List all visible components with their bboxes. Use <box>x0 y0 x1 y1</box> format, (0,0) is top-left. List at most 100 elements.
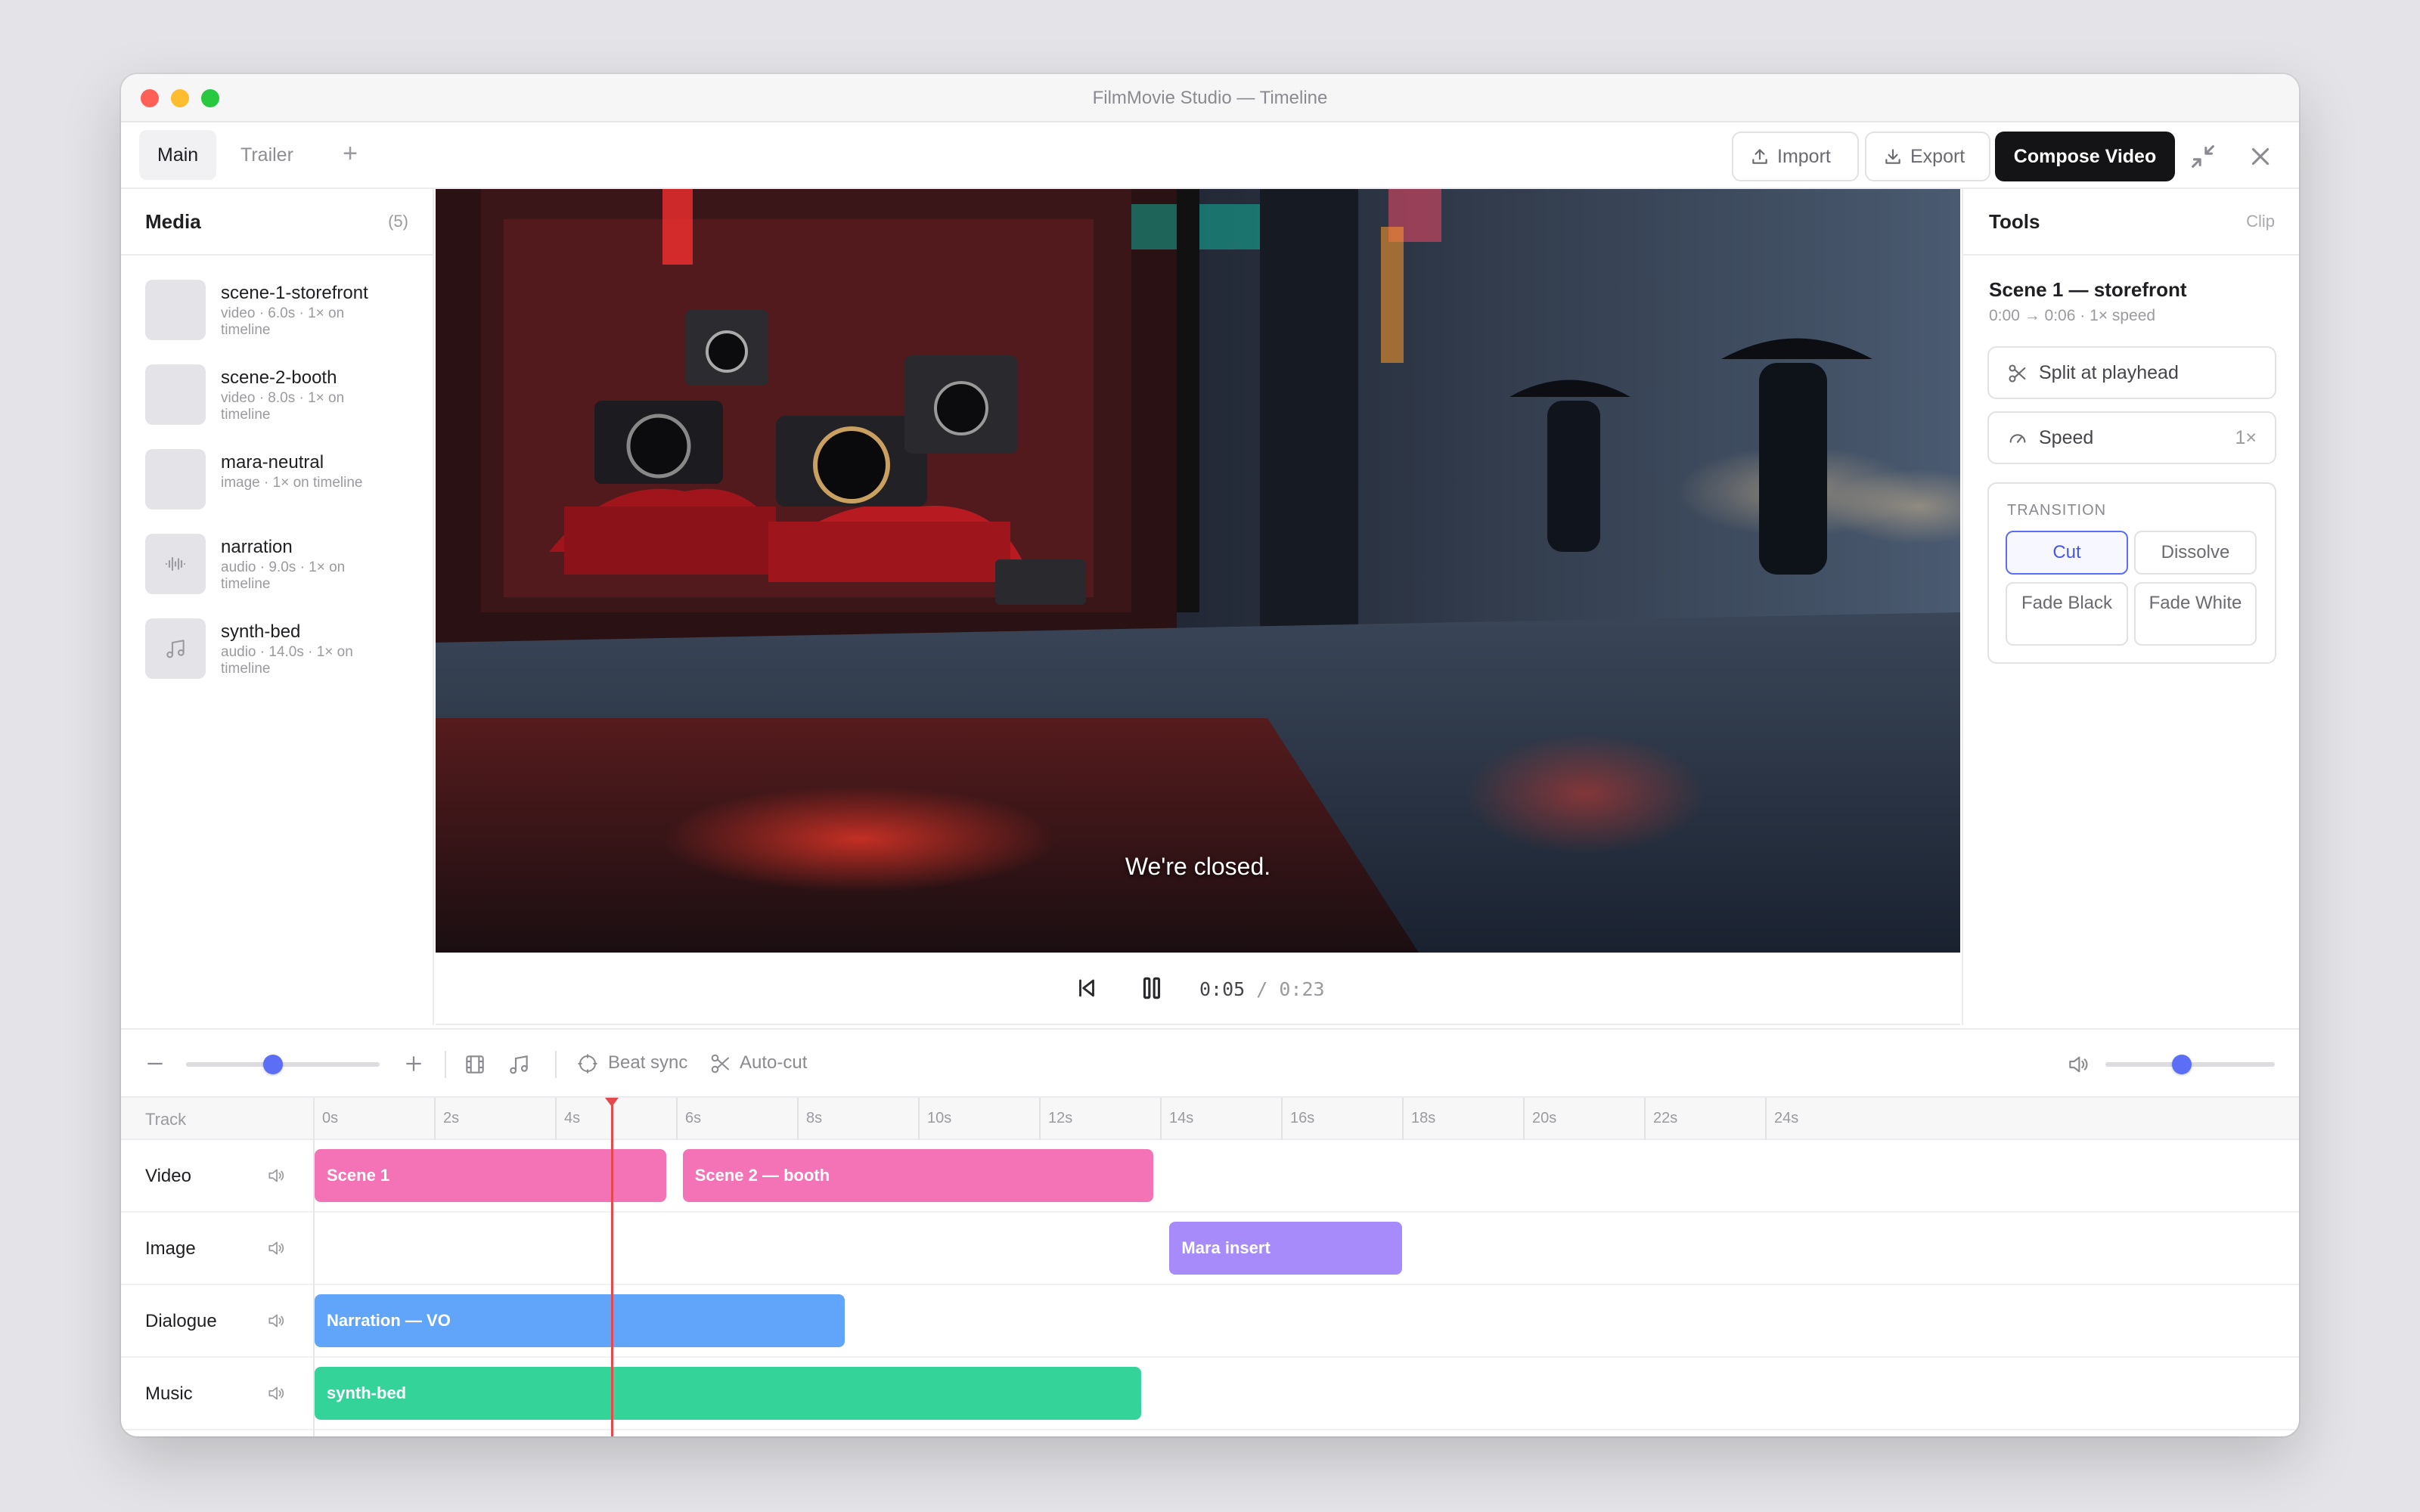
film-icon[interactable] <box>463 1052 487 1077</box>
media-thumbnail <box>145 449 206 510</box>
tab-bar: Main Trailer + Import Export Compose Vid… <box>121 122 2299 189</box>
ruler-tick: 2s <box>434 1098 459 1140</box>
music-note-icon <box>166 640 185 658</box>
tools-title: Tools <box>1989 210 2040 233</box>
timecode: 0:05 / 0:23 <box>1199 978 1325 1000</box>
zoom-in-icon[interactable] <box>402 1052 425 1075</box>
media-item[interactable]: synth-bed audio · 14.0s · 1× on timeline <box>145 618 425 691</box>
volume-icon[interactable] <box>266 1311 286 1331</box>
close-icon[interactable] <box>2243 139 2278 174</box>
speed-control[interactable]: Speed 1× <box>1987 411 2276 464</box>
media-item[interactable]: scene-2-booth video · 8.0s · 1× on timel… <box>145 364 425 437</box>
pause-icon[interactable] <box>1137 974 1166 1002</box>
media-item-meta: video · 8.0s · 1× on timeline <box>221 390 345 423</box>
export-label: Export <box>1910 146 1965 167</box>
waveform-icon <box>165 556 186 572</box>
add-tab-button[interactable]: + <box>331 135 369 174</box>
media-thumbnail <box>145 534 206 594</box>
playback-bar: 0:05 / 0:23 <box>436 953 1960 1025</box>
transition-fade-black-button[interactable]: Fade Black <box>2006 582 2128 646</box>
media-item-name: mara-neutral <box>221 452 324 472</box>
media-item[interactable]: mara-neutral image · 1× on timeline <box>145 449 425 522</box>
media-count: (5) <box>388 212 408 231</box>
toolbar-divider <box>555 1051 557 1078</box>
download-icon <box>1885 149 1900 164</box>
video-preview[interactable]: We're closed. <box>436 189 1960 953</box>
ruler-tick: 4s <box>555 1098 580 1140</box>
transition-dissolve-button[interactable]: Dissolve <box>2134 531 2257 575</box>
media-item-meta: video · 6.0s · 1× on timeline <box>221 305 345 338</box>
collapse-icon[interactable] <box>2186 139 2220 174</box>
music-note-icon[interactable] <box>507 1052 531 1077</box>
track-column-header: Track <box>145 1110 187 1129</box>
tools-panel: Tools Clip Scene 1 — storefront 0:00 → 0… <box>1962 189 2299 1025</box>
media-item-meta: audio · 9.0s · 1× on timeline <box>221 559 346 592</box>
gauge-icon <box>2009 434 2026 443</box>
media-item-meta: audio · 14.0s · 1× on timeline <box>221 644 353 677</box>
split-at-playhead-button[interactable]: Split at playhead <box>1987 346 2276 399</box>
ruler-tick: 14s <box>1160 1098 1193 1140</box>
title-bar: FilmMovie Studio — Timeline <box>121 74 2299 122</box>
window-title: FilmMovie Studio — Timeline <box>1092 88 1328 108</box>
ruler-tick: 6s <box>676 1098 701 1140</box>
media-item-name: narration <box>221 537 293 557</box>
timeline-clip[interactable]: Scene 1 <box>315 1149 666 1202</box>
track-name: Music <box>145 1383 193 1404</box>
volume-icon[interactable] <box>2066 1052 2090 1077</box>
transition-label: TRANSITION <box>2007 502 2107 519</box>
zoom-out-icon[interactable] <box>144 1052 166 1075</box>
track-name: Video <box>145 1166 191 1186</box>
export-button[interactable]: Export <box>1865 132 1990 181</box>
media-item-name: scene-2-booth <box>221 367 337 388</box>
timeline-toolbar: Beat sync Auto-cut <box>121 1028 2299 1098</box>
timeline-clip[interactable]: Scene 2 — booth <box>682 1149 1153 1202</box>
tab-trailer[interactable]: Trailer <box>222 130 312 180</box>
import-label: Import <box>1777 146 1831 167</box>
time-separator: / <box>1256 978 1268 1000</box>
selected-clip-name: Scene 1 — storefront <box>1989 278 2187 301</box>
transition-panel: TRANSITION Cut Dissolve Fade Black Fade … <box>1987 482 2276 664</box>
volume-icon[interactable] <box>266 1166 286 1185</box>
ruler-tick: 24s <box>1765 1098 1798 1140</box>
app-window: FilmMovie Studio — Timeline Main Trailer… <box>121 74 2299 1436</box>
current-time: 0:05 <box>1199 978 1246 1000</box>
tab-main[interactable]: Main <box>139 130 217 180</box>
ruler-tick: 20s <box>1523 1098 1556 1140</box>
split-label: Split at playhead <box>2039 362 2179 383</box>
timeline-ruler[interactable]: Track 0s 2s 4s 6s 8s 10s 12s 14s 16s 18s… <box>121 1098 2299 1140</box>
media-panel: Media (5) scene-1-storefront video · 6.0… <box>121 189 434 1025</box>
transition-fade-white-button[interactable]: Fade White <box>2134 582 2257 646</box>
toolbar-divider <box>445 1051 446 1078</box>
scissors-icon <box>711 1054 729 1074</box>
selected-clip-meta: 0:00 → 0:06 · 1× speed <box>1989 307 2156 324</box>
media-item-name: synth-bed <box>221 621 301 642</box>
media-item-name: scene-1-storefront <box>221 283 368 303</box>
media-item[interactable]: narration audio · 9.0s · 1× on timeline <box>145 534 425 606</box>
transition-cut-button[interactable]: Cut <box>2006 531 2128 575</box>
beat-sync-label: Beat sync <box>608 1052 688 1073</box>
media-item[interactable]: scene-1-storefront video · 6.0s · 1× on … <box>145 280 425 352</box>
ruler-tick: 22s <box>1644 1098 1677 1140</box>
volume-icon[interactable] <box>266 1383 286 1403</box>
tools-context-label: Clip <box>2246 212 2275 231</box>
ruler-tick: 12s <box>1039 1098 1072 1140</box>
timeline-clip[interactable]: Mara insert <box>1169 1222 1403 1275</box>
media-title: Media <box>145 210 201 233</box>
speed-value: 1× <box>2235 427 2257 448</box>
playhead[interactable] <box>611 1099 613 1436</box>
media-thumbnail <box>145 364 206 425</box>
media-item-meta: image · 1× on timeline <box>221 475 363 491</box>
auto-cut-label: Auto-cut <box>740 1052 808 1073</box>
volume-icon[interactable] <box>266 1238 286 1258</box>
scissors-icon <box>2009 364 2026 383</box>
ruler-tick: 18s <box>1402 1098 1435 1140</box>
timeline-clip[interactable]: synth-bed <box>315 1367 1141 1420</box>
zoom-slider-thumb[interactable] <box>263 1055 284 1074</box>
preview-subtitle: We're closed. <box>1125 853 1271 880</box>
import-button[interactable]: Import <box>1732 132 1859 181</box>
compose-video-button[interactable]: Compose Video <box>1995 132 2175 181</box>
skip-back-icon[interactable] <box>1074 975 1100 1001</box>
timeline-clip[interactable]: Narration — VO <box>315 1294 845 1347</box>
volume-slider-thumb[interactable] <box>2171 1055 2192 1074</box>
track-name: Dialogue <box>145 1311 217 1331</box>
